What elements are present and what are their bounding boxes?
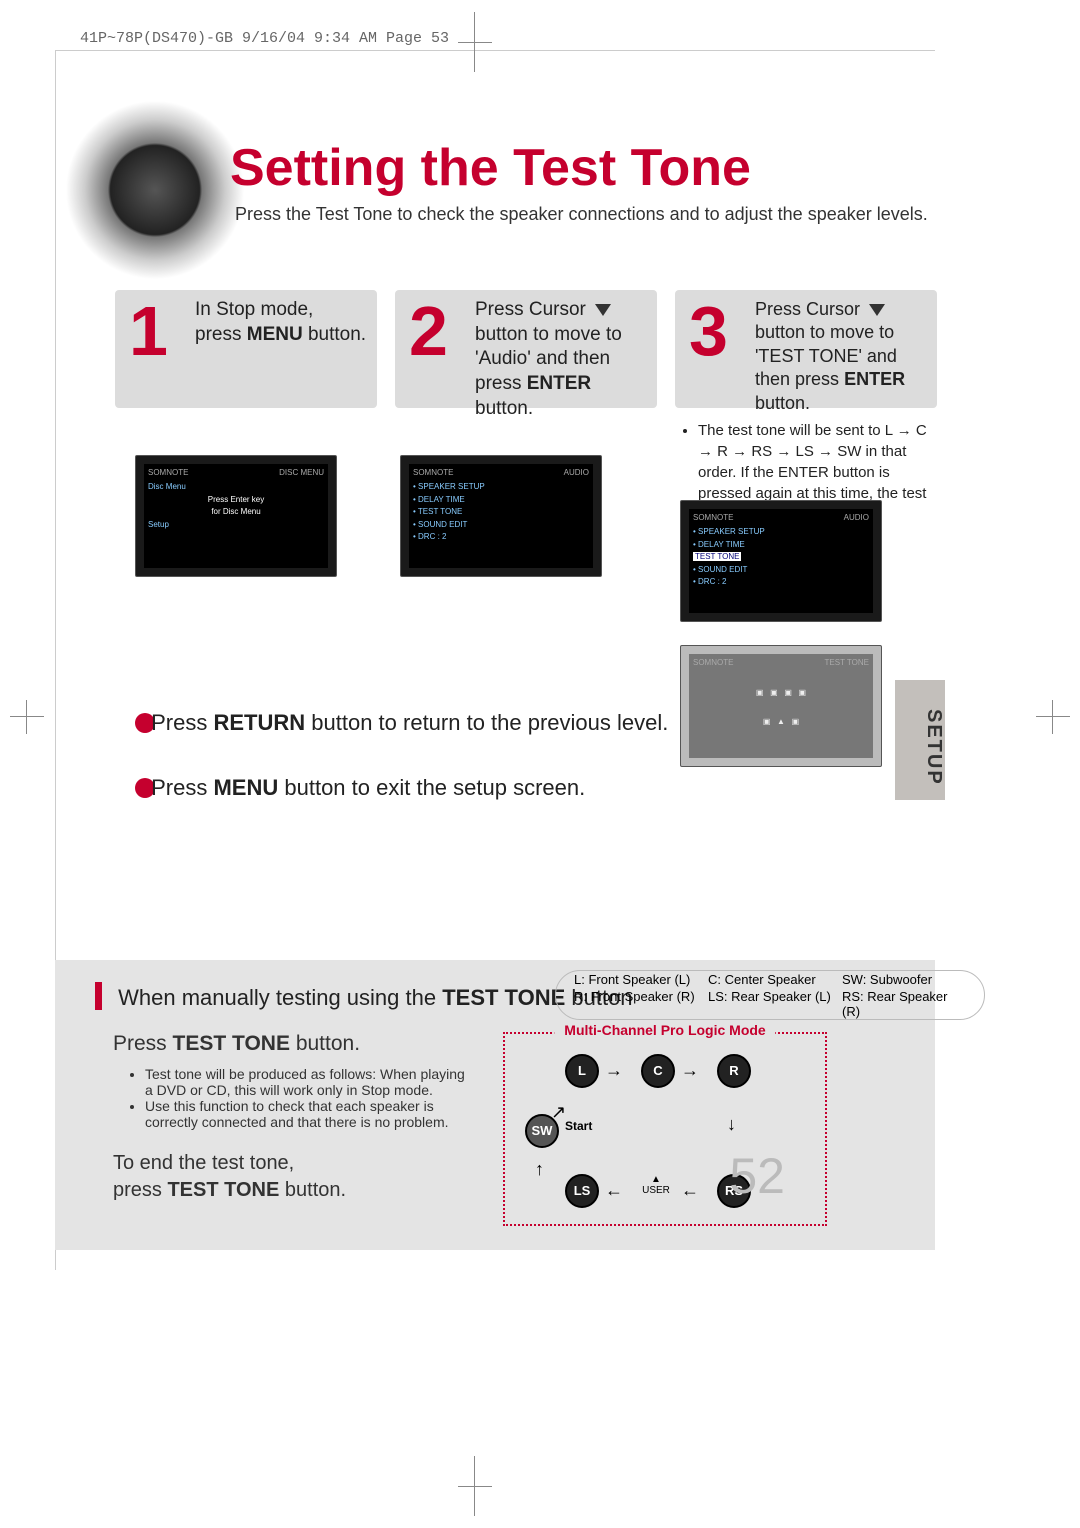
page-title: Setting the Test Tone [230, 138, 751, 198]
end-test-tone: To end the test tone, press TEST TONE bu… [113, 1150, 346, 1204]
press-test-tone: Press TEST TONE button. [113, 1032, 360, 1056]
step-3: 3 Press Cursor button to move to 'TEST T… [675, 290, 937, 408]
osd-test-tone-screen: SOMNOTETEST TONE ▣ ▣ ▣ ▣ ▣ ▲ ▣ [680, 645, 882, 767]
speaker-decoration [65, 100, 245, 280]
register-mark [10, 700, 44, 734]
manual-test-panel: When manually testing using the TEST TON… [55, 960, 935, 1250]
diagram-title: Multi-Channel Pro Logic Mode [554, 1022, 775, 1038]
user-icon: ▲USER [641, 1174, 671, 1196]
cursor-down-icon [595, 304, 611, 316]
test-tone-notes: Test tone will be produced as follows: W… [127, 1060, 467, 1136]
page-subtitle: Press the Test Tone to check the speaker… [235, 204, 928, 225]
menu-instruction: Press MENU button to exit the setup scre… [135, 775, 585, 801]
steps-row: 1 In Stop mode, press MENU button. 2 Pre… [115, 290, 937, 408]
osd-disc-menu: SOMNOTEDISC MENU Disc Menu Press Enter k… [135, 455, 337, 577]
speaker-l-icon: L [565, 1054, 599, 1088]
speaker-c-icon: C [641, 1054, 675, 1088]
osd-audio-test-tone: SOMNOTEAUDIO • SPEAKER SETUP • DELAY TIM… [680, 500, 882, 622]
cursor-down-icon [869, 304, 885, 316]
step-number: 2 [409, 296, 448, 366]
page-number: 52 [729, 1147, 785, 1205]
step-number: 3 [689, 296, 728, 366]
speaker-legend: L: Front Speaker (L) C: Center Speaker S… [555, 970, 985, 1020]
step-number: 1 [129, 296, 168, 366]
register-mark [468, 12, 482, 72]
sub-heading: When manually testing using the TEST TON… [95, 982, 633, 1011]
speaker-r-icon: R [717, 1054, 751, 1088]
crop-mark [55, 50, 935, 51]
step-text: Press Cursor button to move to 'TEST TON… [755, 298, 929, 415]
step-text: Press Cursor button to move to 'Audio' a… [475, 298, 649, 421]
register-mark [468, 1456, 482, 1516]
start-label: Start [565, 1119, 592, 1133]
speaker-ls-icon: LS [565, 1174, 599, 1208]
register-mark [1036, 700, 1070, 734]
osd-audio-menu: SOMNOTEAUDIO • SPEAKER SETUP • DELAY TIM… [400, 455, 602, 577]
step-2: 2 Press Cursor button to move to 'Audio'… [395, 290, 657, 408]
step-text: In Stop mode, press MENU button. [195, 298, 369, 347]
print-header: 41P~78P(DS470)-GB 9/16/04 9:34 AM Page 5… [80, 30, 449, 47]
step-1: 1 In Stop mode, press MENU button. [115, 290, 377, 408]
setup-section-tab: SETUP [895, 680, 945, 800]
return-instruction: Press RETURN button to return to the pre… [135, 710, 668, 736]
